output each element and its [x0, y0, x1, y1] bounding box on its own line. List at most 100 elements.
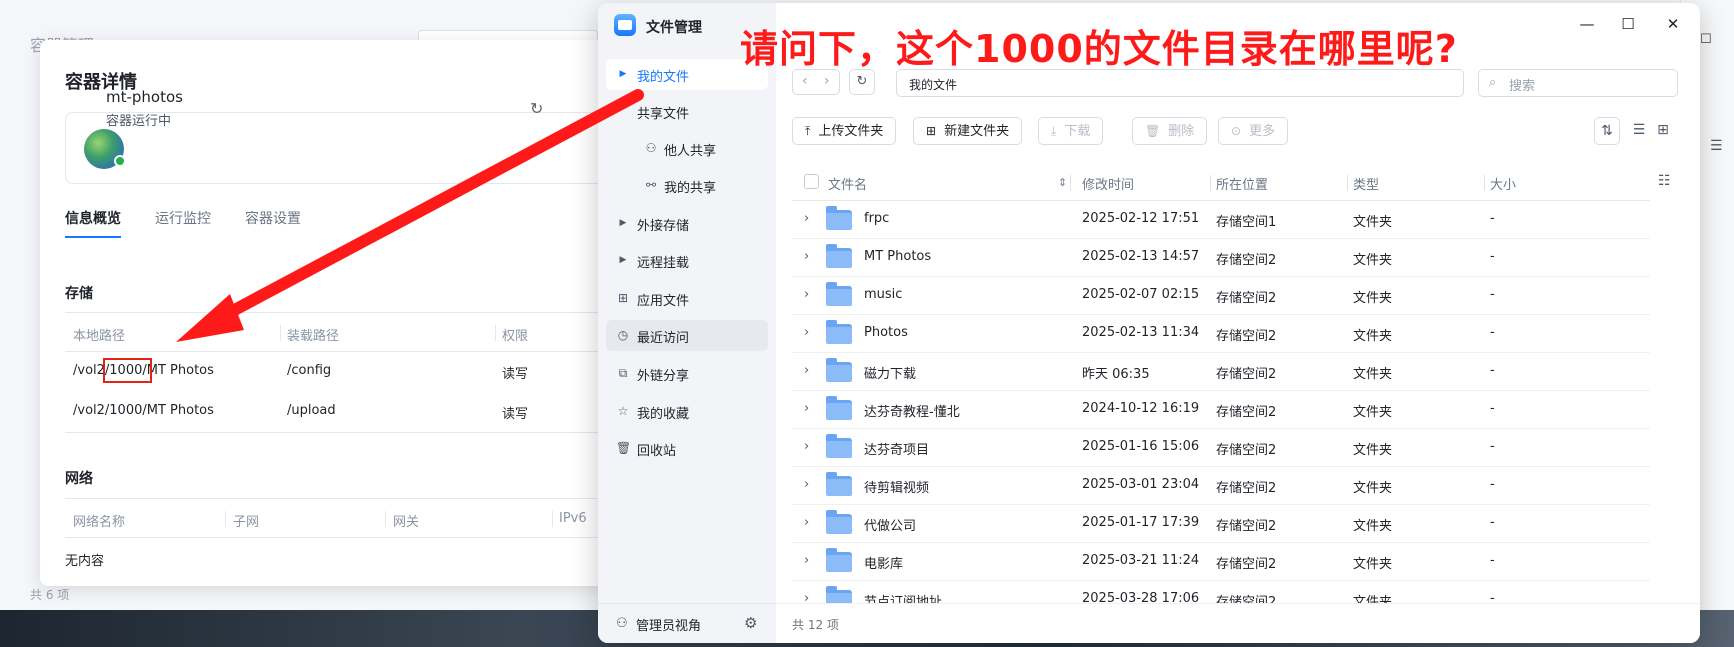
- background-square-icon[interactable]: ☐: [1700, 32, 1712, 47]
- file-row[interactable]: › Photos 2025-02-13 11:34 存储空间2 文件夹 -: [792, 315, 1650, 353]
- close-icon[interactable]: ✕: [1663, 15, 1683, 33]
- sidebar-item-external-storage[interactable]: ▶ 外接存储: [606, 208, 768, 239]
- clock-icon: ◷: [617, 328, 629, 342]
- column-separator: [225, 511, 226, 527]
- column-separator: [495, 325, 496, 341]
- tab-settings[interactable]: 容器设置: [245, 208, 301, 236]
- search-placeholder: 搜索: [1509, 79, 1536, 94]
- sidebar-item-trash[interactable]: 🗑 回收站: [606, 433, 768, 464]
- chevron-right-icon[interactable]: ›: [804, 439, 809, 454]
- sort-arrows-icon[interactable]: ⇕: [1058, 176, 1067, 189]
- file-size: -: [1490, 477, 1495, 492]
- background-list-icon[interactable]: ☰: [1710, 138, 1723, 154]
- sidebar-item-recent[interactable]: ◷ 最近访问: [606, 320, 768, 351]
- refresh-icon[interactable]: ↻: [530, 99, 543, 118]
- sidebar-footer: ⚇ 管理员视角 ⚙: [598, 603, 776, 643]
- file-manager-app-icon: [614, 14, 636, 36]
- search-input[interactable]: ⌕ 搜索: [1478, 69, 1678, 97]
- file-type: 文件夹: [1353, 253, 1393, 268]
- delete-button[interactable]: 🗑 删除: [1132, 117, 1208, 145]
- column-header-size[interactable]: 大小: [1490, 174, 1516, 193]
- file-row[interactable]: › 达芬奇项目 2025-01-16 15:06 存储空间2 文件夹 -: [792, 429, 1650, 467]
- folder-icon: [826, 434, 852, 458]
- chevron-right-icon[interactable]: ›: [804, 287, 809, 302]
- file-row[interactable]: › 磁力下载 昨天 06:35 存储空间2 文件夹 -: [792, 353, 1650, 391]
- file-modified: 2025-03-01 23:04: [1082, 477, 1200, 492]
- download-button[interactable]: ⤓ 下载: [1038, 117, 1104, 145]
- chevron-right-icon[interactable]: ›: [804, 249, 809, 264]
- file-row[interactable]: › frpc 2025-02-12 17:51 存储空间1 文件夹 -: [792, 201, 1650, 239]
- upload-icon: ⤒: [805, 124, 811, 138]
- column-header-modified[interactable]: 修改时间: [1082, 174, 1134, 193]
- sidebar-item-app-files[interactable]: ⊞ 应用文件: [606, 283, 768, 314]
- chevron-right-icon[interactable]: ›: [804, 211, 809, 226]
- mount-path-cell: /config: [287, 363, 332, 378]
- running-status-dot: [114, 155, 126, 167]
- path-bar[interactable]: 我的文件: [896, 69, 1464, 97]
- tab-overview[interactable]: 信息概览: [65, 208, 121, 238]
- column-separator: [385, 511, 386, 527]
- column-separator: [1070, 175, 1071, 191]
- sidebar-item-shared-with-me[interactable]: ⚇ 他人共享: [606, 133, 768, 164]
- file-row[interactable]: › 电影库 2025-03-21 11:24 存储空间2 文件夹 -: [792, 543, 1650, 581]
- list-view-icon[interactable]: ☰: [1626, 117, 1652, 145]
- file-row[interactable]: › MT Photos 2025-02-13 14:57 存储空间2 文件夹 -: [792, 239, 1650, 277]
- person-icon: ⚇: [645, 141, 657, 155]
- chevron-right-icon[interactable]: ›: [804, 515, 809, 530]
- column-settings-icon[interactable]: ☷: [1658, 173, 1671, 189]
- gear-icon[interactable]: ⚙: [744, 614, 757, 632]
- table-divider: [65, 432, 625, 433]
- column-header-location[interactable]: 所在位置: [1216, 174, 1268, 193]
- chevron-right-icon[interactable]: ›: [804, 553, 809, 568]
- file-modified: 2025-02-13 14:57: [1082, 249, 1200, 264]
- sidebar-item-favorites[interactable]: ☆ 我的收藏: [606, 396, 768, 427]
- admin-view-label[interactable]: 管理员视角: [636, 615, 701, 634]
- new-folder-button[interactable]: ⊞ 新建文件夹: [913, 117, 1023, 145]
- column-header-name[interactable]: 文件名: [828, 174, 867, 193]
- file-row[interactable]: › 代做公司 2025-01-17 17:39 存储空间2 文件夹 -: [792, 505, 1650, 543]
- chevron-right-icon[interactable]: ›: [804, 401, 809, 416]
- select-all-checkbox[interactable]: [804, 174, 819, 189]
- caret-right-icon: ▶: [619, 255, 627, 265]
- back-icon[interactable]: ‹: [802, 73, 808, 89]
- file-location: 存储空间1: [1216, 215, 1277, 230]
- file-name: 达芬奇教程-懂北: [864, 405, 960, 420]
- file-row[interactable]: › music 2025-02-07 02:15 存储空间2 文件夹 -: [792, 277, 1650, 315]
- chevron-right-icon[interactable]: ›: [804, 325, 809, 340]
- file-modified: 2025-02-07 02:15: [1082, 287, 1200, 302]
- forward-icon[interactable]: ›: [824, 73, 830, 89]
- file-size: -: [1490, 553, 1495, 568]
- chevron-right-icon[interactable]: ›: [804, 363, 809, 378]
- sidebar-item-link-share[interactable]: ⧉ 外链分享: [606, 358, 768, 389]
- sidebar-item-remote-mount[interactable]: ▶ 远程挂载: [606, 245, 768, 276]
- file-location: 存储空间2: [1216, 291, 1277, 306]
- file-modified: 2025-02-13 11:34: [1082, 325, 1200, 340]
- sidebar-item-shared-files[interactable]: 共享文件: [606, 96, 768, 127]
- more-button[interactable]: ⊙ 更多: [1218, 117, 1289, 145]
- mount-path-cell: /upload: [287, 403, 336, 418]
- column-header-type[interactable]: 类型: [1353, 174, 1379, 193]
- maximize-icon[interactable]: ☐: [1618, 15, 1638, 33]
- column-separator: [280, 325, 281, 341]
- new-folder-icon: ⊞: [926, 124, 937, 138]
- container-name: mt-photos: [106, 88, 183, 106]
- column-header-network-name: 网络名称: [73, 515, 126, 530]
- column-header-ipv6: IPv6: [559, 511, 587, 526]
- file-location: 存储空间2: [1216, 367, 1277, 382]
- sidebar-item-my-shares[interactable]: ⚯ 我的共享: [606, 170, 768, 201]
- upload-folder-button[interactable]: ⤒ 上传文件夹: [792, 117, 897, 145]
- file-row[interactable]: › 待剪辑视频 2025-03-01 23:04 存储空间2 文件夹 -: [792, 467, 1650, 505]
- grid-view-icon[interactable]: ⊞: [1650, 117, 1676, 145]
- file-location: 存储空间2: [1216, 405, 1277, 420]
- file-name: 达芬奇项目: [864, 443, 930, 458]
- minimize-icon[interactable]: —: [1577, 15, 1597, 33]
- item-count: 共 12 项: [792, 618, 839, 632]
- permission-cell: 读写: [502, 367, 529, 382]
- sort-icon[interactable]: ⇅: [1594, 117, 1620, 145]
- window-title: 文件管理: [646, 20, 702, 36]
- tab-monitor[interactable]: 运行监控: [155, 208, 211, 236]
- chevron-right-icon[interactable]: ›: [804, 477, 809, 492]
- file-row[interactable]: › 达芬奇教程-懂北 2024-10-12 16:19 存储空间2 文件夹 -: [792, 391, 1650, 429]
- file-location: 存储空间2: [1216, 443, 1277, 458]
- trash-icon: 🗑: [616, 441, 632, 455]
